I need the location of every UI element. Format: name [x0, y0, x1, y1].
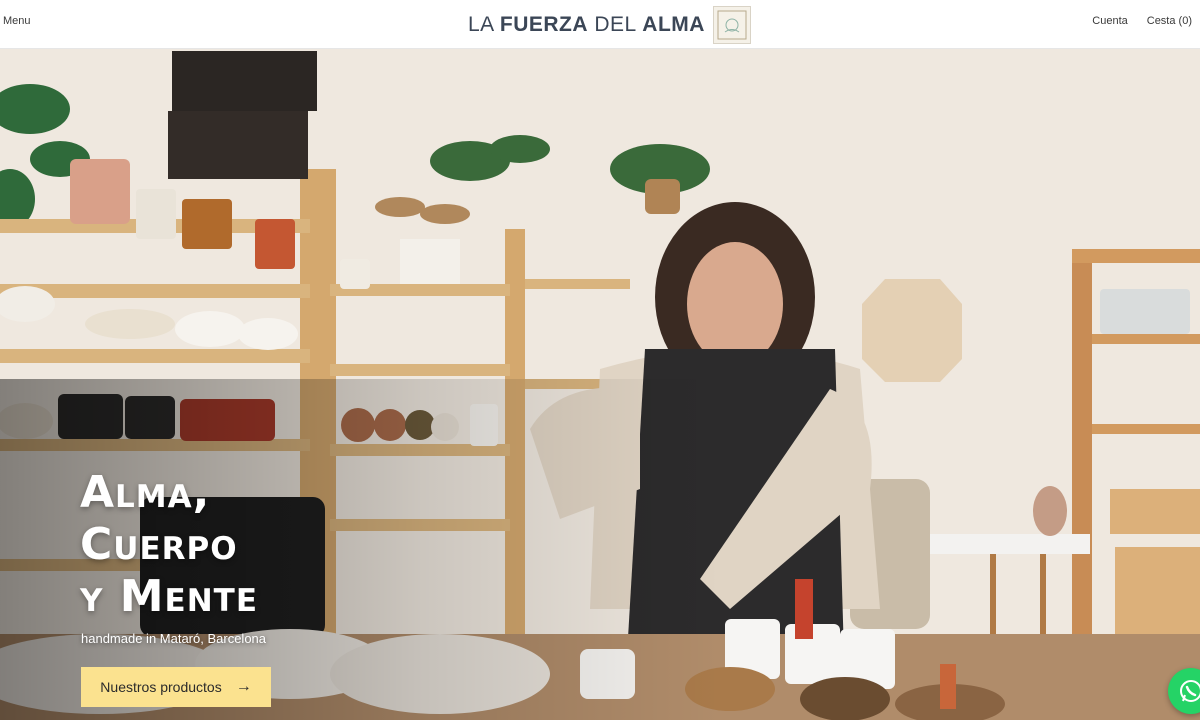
hero-banner: Alma, Cuerpo y Mente handmade in Mataró,…: [0, 49, 1200, 720]
header-actions: Cuenta Cesta (0): [1092, 15, 1192, 27]
site-header: Menu LA FUERZA DEL ALMA Cuenta Cesta (0): [0, 0, 1200, 49]
cart-link[interactable]: Cesta (0): [1147, 15, 1192, 27]
hero-title-line: Alma,: [80, 467, 211, 518]
hero-title-line: Cuerpo: [80, 519, 238, 570]
menu-button[interactable]: Menu: [3, 15, 31, 27]
account-link[interactable]: Cuenta: [1092, 15, 1127, 27]
hero-title-line: y Mente: [80, 571, 258, 622]
logo-wordmark: LA FUERZA DEL ALMA: [468, 13, 705, 36]
logo-emblem-icon: [712, 6, 751, 44]
hero-subtitle: handmade in Mataró, Barcelona: [81, 631, 267, 646]
shop-products-button[interactable]: Nuestros productos →: [81, 667, 271, 707]
hero-title: Alma, Cuerpo y Mente: [80, 467, 400, 623]
arrow-right-icon: →: [235, 678, 252, 695]
shop-products-label: Nuestros productos: [100, 679, 222, 695]
site-logo[interactable]: LA FUERZA DEL ALMA: [468, 6, 751, 44]
